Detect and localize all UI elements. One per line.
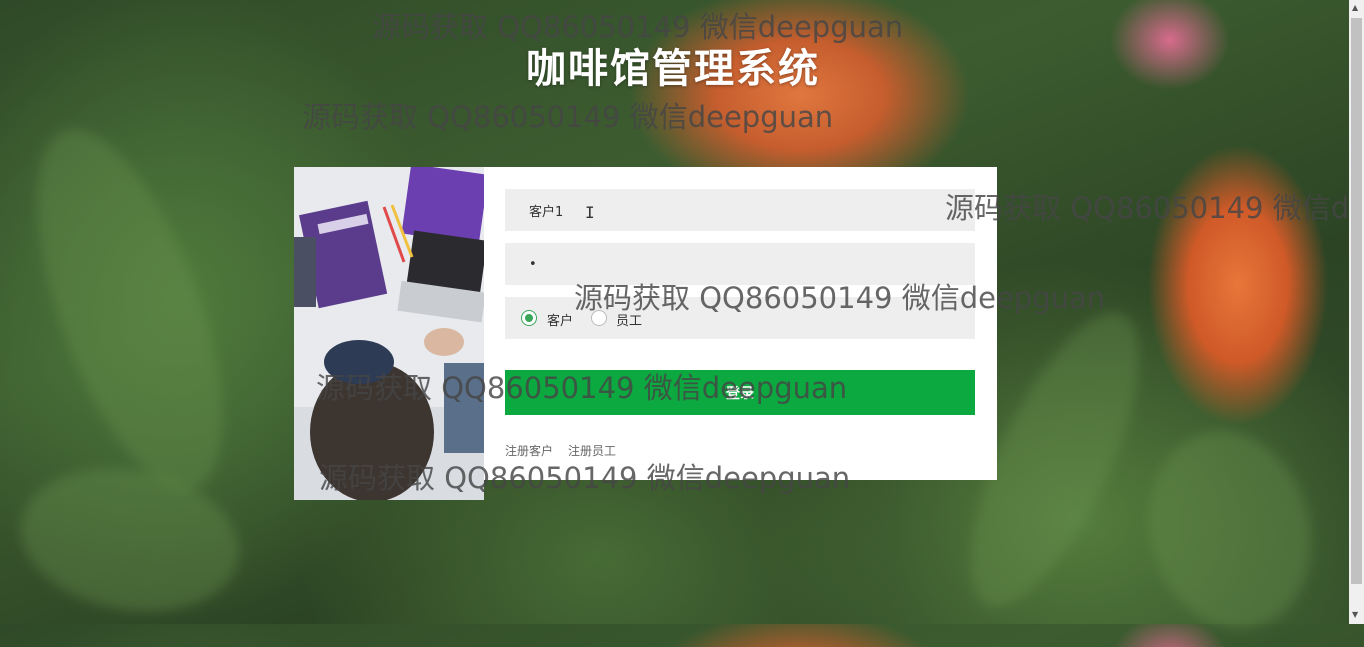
background-leaf (9, 451, 251, 629)
watermark-text: 源码获取 QQ86050149 微信deepguan (319, 461, 851, 495)
scroll-down-icon[interactable]: ▼ (1352, 610, 1358, 619)
watermark-text: 源码获取 QQ86050149 微信deepguan (945, 191, 1349, 225)
role-customer-radio[interactable] (521, 310, 537, 326)
watermark-text: 源码获取 QQ86050149 微信deepguan (574, 281, 1106, 315)
text-cursor-icon: I (585, 203, 595, 222)
background-leaf (1126, 412, 1334, 647)
username-input[interactable] (505, 189, 975, 231)
watermark-text: 源码获取 QQ86050149 微信deepguan (302, 100, 834, 134)
role-customer-label: 客户 (547, 314, 574, 329)
decorative-photo (294, 167, 484, 500)
background-leaf (0, 107, 261, 513)
scroll-up-icon[interactable]: ▲ (1352, 3, 1358, 12)
vertical-scrollbar[interactable]: ▲ ▼ (1349, 0, 1364, 624)
watermark-text: 源码获取 QQ86050149 微信deepguan (316, 371, 848, 405)
watermark-text: 源码获取 QQ86050149 微信deepguan (372, 10, 904, 44)
scrollbar-thumb[interactable] (1351, 18, 1362, 584)
